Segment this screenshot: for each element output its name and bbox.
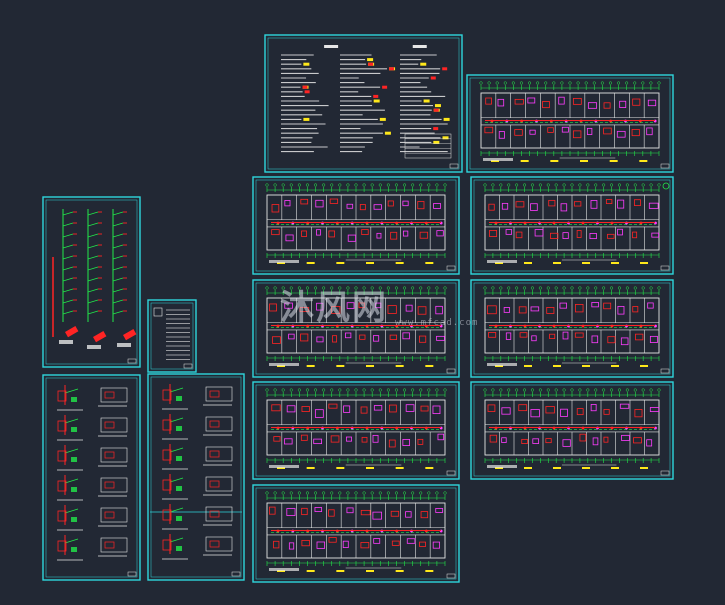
drawing-sheet-detail-left xyxy=(42,374,141,581)
drawing-sheet-plan-f xyxy=(252,381,460,480)
drawing-sheet-legend-small xyxy=(147,299,197,373)
drawing-sheet-plan-e xyxy=(470,279,674,378)
drawing-sheet-plan-g xyxy=(470,381,674,480)
drawing-sheet-detail-mid xyxy=(147,373,245,581)
drawing-sheet-plan-h xyxy=(252,484,460,583)
drawing-sheet-plan-a xyxy=(466,74,674,173)
drawing-sheet-riser-diagram xyxy=(42,196,141,368)
drawing-sheet-plan-b xyxy=(252,176,460,275)
drawing-sheet-plan-c xyxy=(470,176,674,275)
north-arrow-icon xyxy=(662,182,670,190)
drawing-sheet-design-notes xyxy=(264,34,463,173)
watermark-url: www.mfcad.com xyxy=(395,318,479,328)
watermark-text: 沐风网 xyxy=(280,288,388,328)
